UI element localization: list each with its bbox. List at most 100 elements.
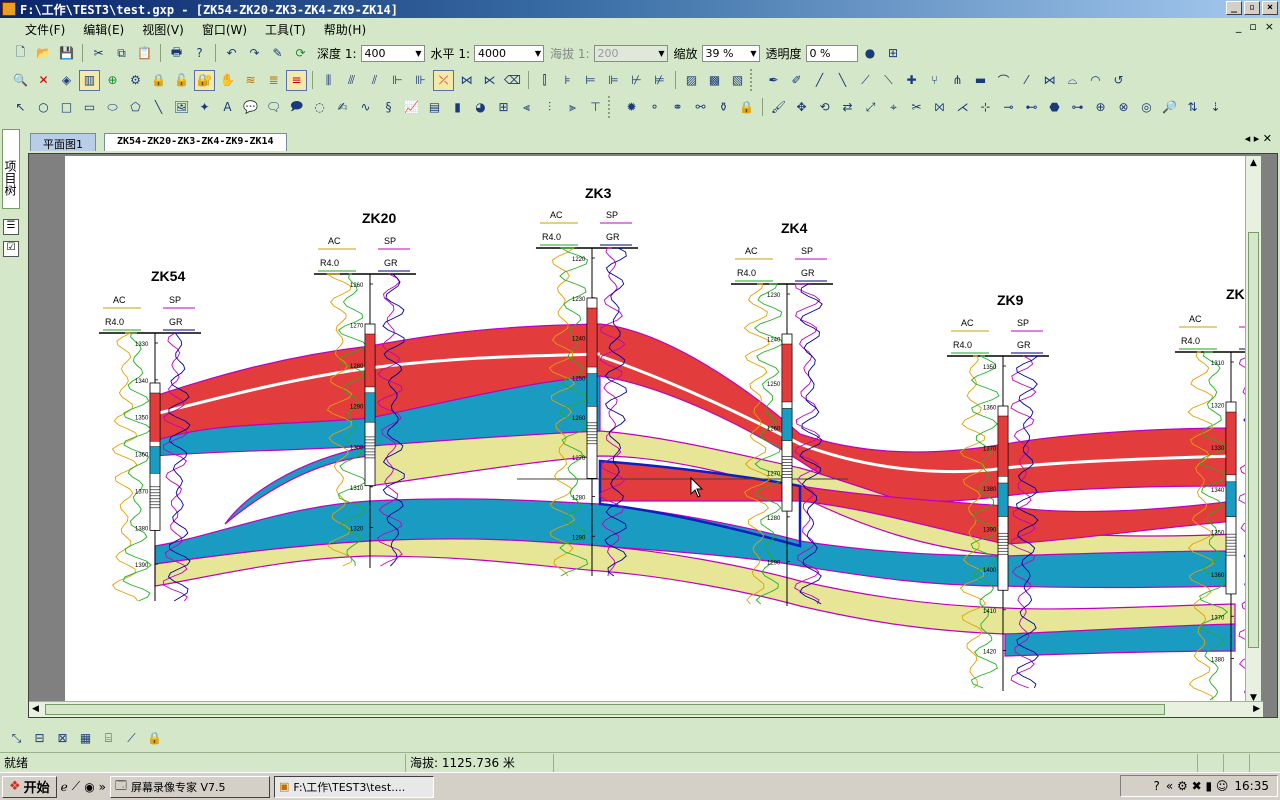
bar-chart-icon[interactable]: ▮	[447, 97, 468, 118]
cut-icon[interactable]: ✂	[88, 43, 109, 64]
align-e-icon[interactable]: ⊬	[626, 70, 647, 91]
down-arrow-icon[interactable]: ⇣	[1205, 97, 1226, 118]
align-center-icon[interactable]: ⫶	[539, 97, 560, 118]
maximize-button[interactable]: ▫	[1244, 1, 1260, 15]
horizontal-scrollbar[interactable]: ◀ ▶	[29, 701, 1263, 717]
grid-icon[interactable]: ⊞	[883, 43, 904, 64]
open-folder-icon[interactable]: 📂	[33, 43, 54, 64]
wave-icon[interactable]: ∿	[355, 97, 376, 118]
line-icon[interactable]: ╲	[148, 97, 169, 118]
connect-well-icon[interactable]: ⫼	[318, 70, 339, 91]
fill-blob-icon[interactable]: ●	[860, 43, 881, 64]
bottom-tool-b-icon[interactable]: ⊟	[29, 728, 50, 749]
start-button[interactable]: ❖ 开始	[2, 775, 57, 798]
brush-icon[interactable]: ✎	[267, 43, 288, 64]
node-edit-icon[interactable]: ⌖	[883, 97, 904, 118]
property-icon[interactable]: ☰	[3, 219, 19, 235]
rotate-icon[interactable]: ⟲	[814, 97, 835, 118]
arc-b-icon[interactable]: ◠	[1085, 70, 1106, 91]
save-icon[interactable]: 💾	[56, 43, 77, 64]
symbol-icon[interactable]: ✦	[194, 97, 215, 118]
tab-nav[interactable]: ◂ ▸ ✕	[1245, 132, 1272, 145]
ellipse-icon[interactable]: ⬭	[102, 97, 123, 118]
tab-well-section[interactable]: ZK54-ZK20-ZK3-ZK4-ZK9-ZK14	[104, 133, 287, 151]
undo-icon[interactable]: ↶	[221, 43, 242, 64]
menu-view[interactable]: 视图(V)	[133, 21, 193, 38]
line-d-icon[interactable]: ⟍	[878, 70, 899, 91]
pan-hand-icon[interactable]: ✋	[217, 70, 238, 91]
task-screen-recorder[interactable]: 🗔 屏幕录像专家 V7.5	[110, 775, 271, 798]
layer-fill-icon[interactable]: ≣	[263, 70, 284, 91]
align-c-icon[interactable]: ⊨	[580, 70, 601, 91]
tray-icons[interactable]: « ⚙ ✖ ▮ ☺	[1166, 779, 1229, 793]
layer-icon[interactable]: ≋	[240, 70, 261, 91]
depth-scale-select[interactable]: 400 ▼	[360, 44, 425, 62]
connect-active-icon[interactable]: ⤫	[433, 69, 454, 91]
slash-icon[interactable]: ⁄	[1016, 70, 1037, 91]
quicklaunch-ie-icon[interactable]: ℯ	[61, 780, 68, 794]
refresh-icon[interactable]: ⟳	[290, 43, 311, 64]
move-icon[interactable]: ✥	[791, 97, 812, 118]
bag-icon[interactable]: ⚱	[713, 97, 734, 118]
align-left-icon[interactable]: ⫷	[516, 97, 537, 118]
scroll-left-arrow[interactable]: ◀	[32, 704, 39, 714]
connect-c-icon[interactable]: ⊩	[387, 70, 408, 91]
align-b-icon[interactable]: ⊧	[557, 70, 578, 91]
bottom-tool-d-icon[interactable]: ▦	[75, 728, 96, 749]
cube-icon[interactable]: ◈	[56, 70, 77, 91]
split-icon[interactable]: ⋔	[947, 70, 968, 91]
square-icon[interactable]: □	[56, 97, 77, 118]
padlock-icon[interactable]: 🔒	[736, 97, 757, 118]
help-icon[interactable]: ?	[189, 43, 210, 64]
tray-help-icon[interactable]: ?	[1154, 779, 1160, 793]
checklist-icon[interactable]: ☑	[3, 241, 19, 257]
minus-icon[interactable]: ▬	[970, 70, 991, 91]
callout-c-icon[interactable]: 🗩	[286, 97, 307, 118]
task-gxp[interactable]: ▣ F:\工作\TEST3\test....	[274, 775, 435, 798]
align-f-icon[interactable]: ⊭	[649, 70, 670, 91]
erase-icon[interactable]: ⌫	[502, 70, 523, 91]
mdi-close-button[interactable]: ×	[1265, 20, 1274, 33]
line-a-icon[interactable]: ╱	[809, 70, 830, 91]
freehand-icon[interactable]: ✍	[332, 97, 353, 118]
connect-b-icon[interactable]: ⫽	[364, 70, 385, 91]
connect-d-icon[interactable]: ⊪	[410, 70, 431, 91]
menu-edit[interactable]: 编辑(E)	[74, 21, 133, 38]
menu-help[interactable]: 帮助(H)	[315, 21, 375, 38]
loop-icon[interactable]: ↺	[1108, 70, 1129, 91]
trim-icon[interactable]: ⊸	[998, 97, 1019, 118]
paste-icon[interactable]: 📋	[134, 43, 155, 64]
scale-icon[interactable]: ⤢	[860, 97, 881, 118]
bottom-lock-icon[interactable]: 🔒	[144, 728, 165, 749]
unlock-icon[interactable]: 🔓	[171, 70, 192, 91]
table-icon[interactable]: ⊞	[493, 97, 514, 118]
extend-icon[interactable]: ⊷	[1021, 97, 1042, 118]
bottom-tool-e-icon[interactable]: ⌸	[98, 728, 119, 749]
delete-icon[interactable]: ✕	[33, 70, 54, 91]
hatch-b-icon[interactable]: ▩	[704, 70, 725, 91]
tie-icon[interactable]: ⋈	[1039, 70, 1060, 91]
polygon-icon[interactable]: ⬠	[125, 97, 146, 118]
rectangle-icon[interactable]: ▭	[79, 97, 100, 118]
horizontal-scroll-thumb[interactable]	[45, 704, 1165, 715]
lock-icon[interactable]: 🔒	[148, 70, 169, 91]
compass-icon[interactable]: ⊗	[1113, 97, 1134, 118]
quicklaunch-b-icon[interactable]: ◉	[84, 780, 94, 794]
up-down-icon[interactable]: ⇅	[1182, 97, 1203, 118]
layer-edit-icon[interactable]: ≡	[286, 69, 307, 91]
well-section-drawing[interactable]: ZK54 AC SP R4.0 GR 1330 1340 1350 1360 1370 1380 13…	[65, 156, 1261, 705]
chart-box-icon[interactable]: ▤	[424, 97, 445, 118]
vertical-scroll-thumb[interactable]	[1248, 232, 1259, 648]
menu-tools[interactable]: 工具(T)	[256, 21, 315, 38]
flip-icon[interactable]: ⇄	[837, 97, 858, 118]
hatch-c-icon[interactable]: ▧	[727, 70, 748, 91]
star-icon[interactable]: ✹	[621, 97, 642, 118]
well-section-icon[interactable]: ▥	[79, 69, 100, 91]
fork-icon[interactable]: ⑂	[924, 70, 945, 91]
menu-window[interactable]: 窗口(W)	[193, 21, 256, 38]
hatch-icon[interactable]: ▨	[681, 70, 702, 91]
pen-b-icon[interactable]: ✐	[786, 70, 807, 91]
line-c-icon[interactable]: ⟋	[855, 70, 876, 91]
mdi-restore-button[interactable]: ▫	[1249, 20, 1256, 33]
copy-icon[interactable]: ⧉	[111, 43, 132, 64]
